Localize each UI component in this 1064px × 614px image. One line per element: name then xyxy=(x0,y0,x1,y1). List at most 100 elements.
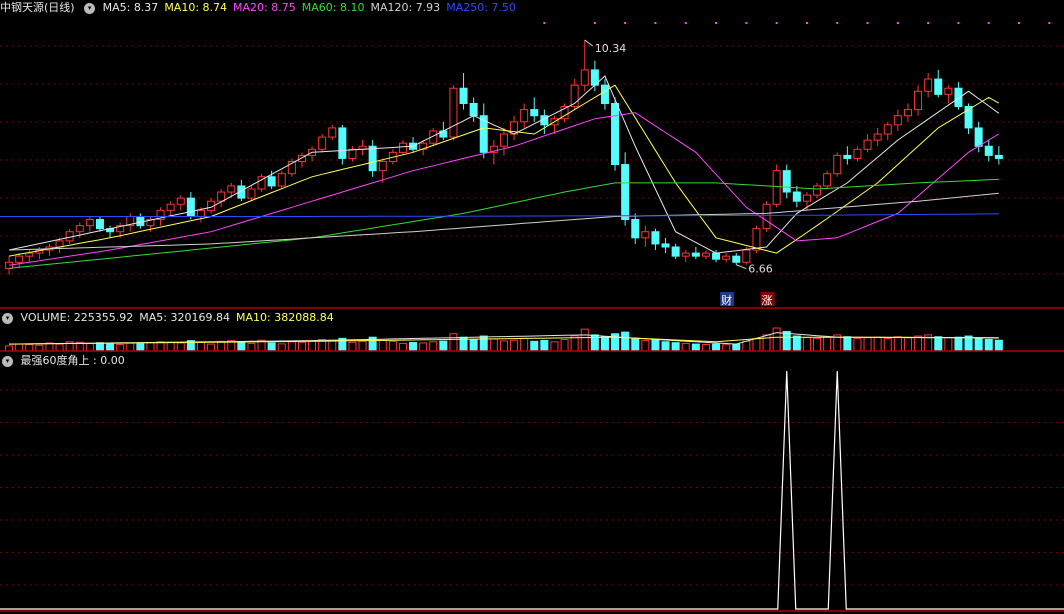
volume-bar xyxy=(5,345,14,352)
volume-bar xyxy=(378,339,387,352)
volume-bar xyxy=(681,342,690,352)
candle-body xyxy=(15,255,24,263)
candle-body xyxy=(994,154,1003,159)
candle-body xyxy=(863,139,872,150)
volume-bar xyxy=(166,341,175,352)
price-header: 中钢天源(日线) ▾ MA5: 8.37 MA10: 8.74 MA20: 8.75… xyxy=(0,0,526,16)
volume-bar xyxy=(621,331,630,352)
volume-bar xyxy=(914,335,923,352)
volume-bar xyxy=(126,342,135,352)
volume-bar xyxy=(520,337,529,352)
volume-bar xyxy=(146,342,155,352)
badge-cai-text: 财 xyxy=(721,293,732,307)
volume-bar xyxy=(560,339,569,352)
volume-legend-item: VOLUME: 225355.92 xyxy=(21,311,134,324)
volume-bar xyxy=(409,341,418,352)
volume-bar xyxy=(348,341,357,352)
indicator-chart[interactable] xyxy=(0,353,1064,614)
volume-bar xyxy=(237,341,246,352)
candle-body xyxy=(974,127,983,147)
volume-bar xyxy=(106,343,115,352)
candle-body xyxy=(328,127,337,138)
collapse-icon[interactable]: ▾ xyxy=(84,2,96,14)
candle-body xyxy=(671,246,680,257)
signal-dot xyxy=(866,22,869,24)
ma-legend-value: 7.50 xyxy=(491,1,516,14)
candle-body xyxy=(742,249,751,263)
collapse-icon[interactable]: ▾ xyxy=(2,312,13,324)
volume-bar xyxy=(600,336,609,352)
volume-bar xyxy=(388,340,397,352)
ma-legend-label: MA20: xyxy=(233,1,272,14)
candle-body xyxy=(348,148,357,159)
candle-body xyxy=(378,161,387,172)
signal-dot xyxy=(987,22,990,24)
candle-body xyxy=(25,252,34,257)
collapse-icon[interactable]: ▾ xyxy=(2,355,13,367)
volume-legend-item: MA10: 382088.84 xyxy=(236,311,334,324)
volume-legend-label: MA5: xyxy=(139,311,171,324)
candle-body xyxy=(469,102,478,117)
candle-body xyxy=(631,219,640,239)
candle-body xyxy=(762,203,771,230)
volume-bar xyxy=(752,337,761,352)
candle-body xyxy=(621,164,630,221)
candle-body xyxy=(641,231,650,239)
ma-line-ma5 xyxy=(8,75,1000,254)
ma-legend-ma5: MA5: 8.37 xyxy=(103,1,159,14)
volume-bar xyxy=(15,343,24,352)
indicator-panel[interactable]: ▾ 最强60度角上 : 0.00 xyxy=(0,353,1064,614)
ma-legend-label: MA10: xyxy=(164,1,203,14)
volume-panel[interactable]: ▾ VOLUME: 225355.92 MA5: 320169.84 MA10: 3… xyxy=(0,310,1064,352)
candle-body xyxy=(722,255,731,260)
candle-body xyxy=(924,78,933,92)
candle-body xyxy=(701,252,710,257)
high-marker-line xyxy=(584,39,594,47)
price-panel[interactable]: 中钢天源(日线) ▾ MA5: 8.37 MA10: 8.74 MA20: 8.75… xyxy=(0,0,1064,309)
candlestick-chart[interactable]: 10.34 6.66 财 涨 xyxy=(0,0,1064,309)
indicator-value: 0.00 xyxy=(100,354,125,367)
candle-body xyxy=(772,170,781,205)
candle-body xyxy=(712,252,721,260)
candle-body xyxy=(398,142,407,153)
volume-bar xyxy=(217,340,226,352)
candle-body xyxy=(782,170,791,193)
candle-body xyxy=(136,215,145,227)
volume-bar xyxy=(510,339,519,352)
candle-body xyxy=(217,191,226,202)
volume-bar xyxy=(550,341,559,352)
ma-line-ma10 xyxy=(9,84,1000,257)
volume-bar xyxy=(540,339,549,352)
ma-line-ma250 xyxy=(0,213,999,217)
signal-dot xyxy=(896,22,899,24)
ma-legend-value: 8.75 xyxy=(271,1,296,14)
volume-bar xyxy=(641,340,650,352)
volume-bar xyxy=(954,336,963,352)
volume-legend-label: MA10: xyxy=(235,311,275,324)
candle-body xyxy=(873,133,882,141)
candle-body xyxy=(499,133,508,147)
candle-body xyxy=(186,197,195,217)
candle-body xyxy=(530,109,539,117)
volume-bar xyxy=(802,337,811,352)
ma-legend-value: 8.37 xyxy=(133,1,159,14)
ma-legend-value: 7.93 xyxy=(415,1,441,14)
signal-dot xyxy=(1018,22,1021,24)
volume-bar xyxy=(974,337,983,352)
candle-body xyxy=(611,102,620,166)
volume-bar xyxy=(823,336,832,352)
candle-body xyxy=(651,231,660,245)
volume-bar xyxy=(116,344,125,352)
volume-bar xyxy=(297,341,306,352)
candle-body xyxy=(459,87,468,104)
ma-line-ma60 xyxy=(9,178,999,269)
volume-bar xyxy=(176,342,185,352)
indicator-line xyxy=(0,370,1064,610)
candle-body xyxy=(661,243,670,248)
indicator-header: ▾ 最强60度角上 : 0.00 xyxy=(0,353,129,369)
volume-bar xyxy=(934,336,943,352)
candle-body xyxy=(600,84,609,104)
candle-body xyxy=(95,219,104,230)
volume-bar xyxy=(671,342,680,352)
signal-dot xyxy=(715,22,718,24)
